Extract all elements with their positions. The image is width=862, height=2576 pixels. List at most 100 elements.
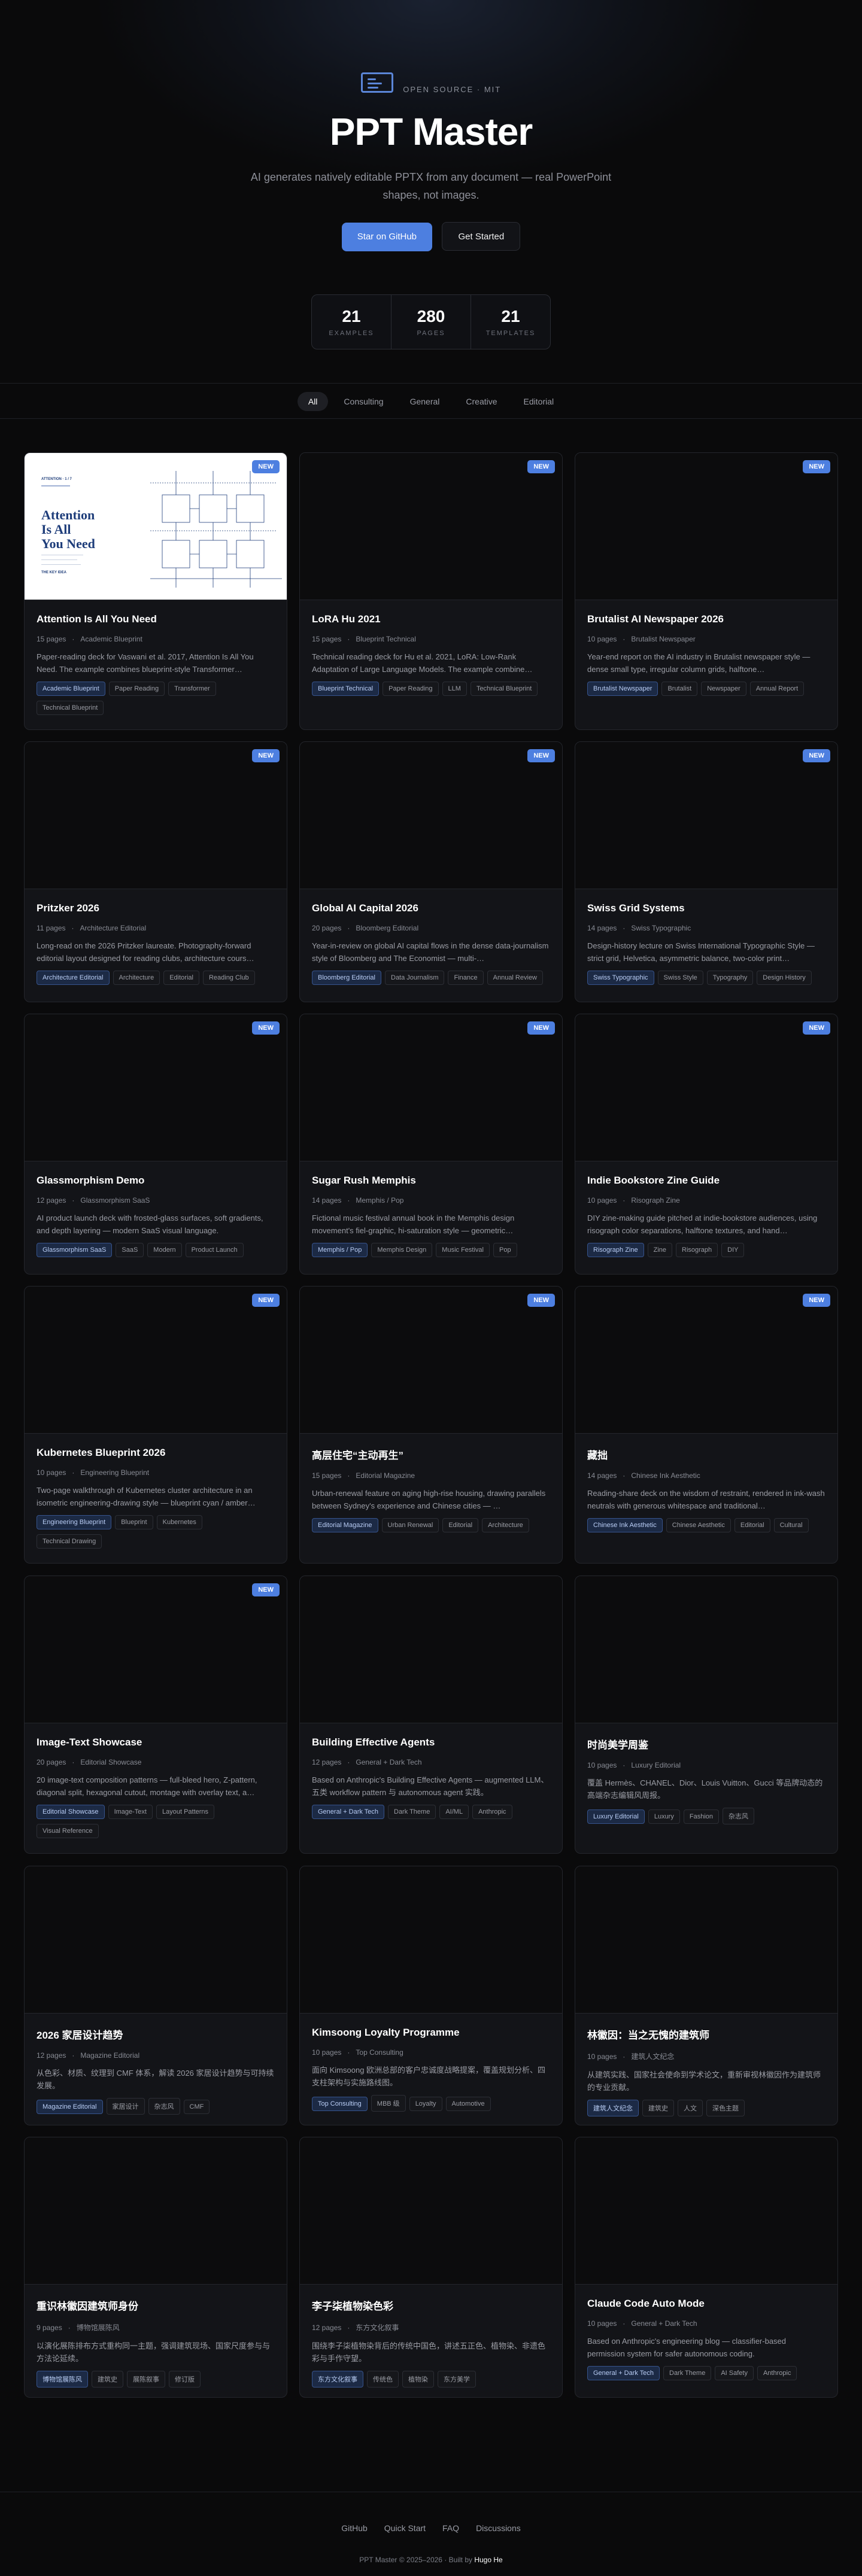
card-tag[interactable]: Product Launch [185, 1243, 244, 1257]
card-tag[interactable]: 杂志风 [148, 2098, 180, 2115]
card-title[interactable]: 林徽因：当之无愧的建筑师 [587, 2027, 825, 2042]
card-title[interactable]: Global AI Capital 2026 [312, 902, 550, 914]
card-tag[interactable]: 建筑史 [642, 2100, 674, 2116]
example-card[interactable]: NEW Swiss Grid Systems 14 pages · Swiss Typo… [575, 741, 838, 1002]
example-card[interactable]: NEW Kubernetes Blueprint 2026 10 pages · Eng… [24, 1286, 287, 1564]
card-tag[interactable]: Editorial [442, 1518, 479, 1532]
card-title[interactable]: 时尚美学周鉴 [587, 1736, 825, 1751]
card-tag[interactable]: Magazine Editorial [37, 2100, 103, 2114]
card-title[interactable]: 藏拙 [587, 1447, 825, 1462]
card-tag[interactable]: Risograph Zine [587, 1243, 644, 1257]
card-tag[interactable]: Luxury Editorial [587, 1809, 645, 1824]
card-tag[interactable]: 传统色 [367, 2371, 399, 2388]
card-title[interactable]: Kimsoong Loyalty Programme [312, 2027, 550, 2039]
card-tag[interactable]: Blueprint Technical [312, 682, 380, 696]
card-tag[interactable]: SaaS [116, 1243, 144, 1257]
card-tag[interactable]: Newspaper [701, 682, 746, 696]
card-tag[interactable]: Pop [493, 1243, 517, 1257]
card-tag[interactable]: Data Journalism [385, 971, 445, 985]
card-title[interactable]: 2026 家居设计趋势 [37, 2027, 275, 2042]
card-tag[interactable]: Editorial [734, 1518, 770, 1532]
card-title[interactable]: 重识林徽因建筑师身份 [37, 2298, 275, 2313]
example-card[interactable]: 林徽因：当之无愧的建筑师 10 pages · 建筑人文纪念 从建筑实践、国家社会使命到… [575, 1866, 838, 2125]
card-tag[interactable]: Architecture [482, 1518, 529, 1532]
card-tag[interactable]: Editorial Showcase [37, 1805, 105, 1819]
card-title[interactable]: Glassmorphism Demo [37, 1175, 275, 1187]
card-tag[interactable]: Anthropic [472, 1805, 512, 1819]
card-tag[interactable]: Automotive [445, 2097, 491, 2111]
example-card[interactable]: Claude Code Auto Mode 10 pages · General + … [575, 2137, 838, 2398]
card-tag[interactable]: Transformer [168, 682, 216, 696]
star-on-github-button[interactable]: Star on GitHub [341, 223, 433, 251]
card-tag[interactable]: Urban Renewal [381, 1518, 439, 1532]
card-tag[interactable]: 博物馆展陈风 [37, 2371, 88, 2388]
card-tag[interactable]: 家居设计 [106, 2098, 145, 2115]
footer-link-discussions[interactable]: Discussions [476, 2523, 521, 2533]
card-tag[interactable]: Architecture [113, 971, 160, 985]
card-tag[interactable]: Brutalist Newspaper [587, 682, 658, 696]
card-title[interactable]: 高层住宅“主动再生” [312, 1447, 550, 1462]
filter-all[interactable]: All [297, 392, 329, 411]
footer-link-quick-start[interactable]: Quick Start [384, 2523, 426, 2533]
footer-link-github[interactable]: GitHub [341, 2523, 368, 2533]
card-tag[interactable]: Annual Review [487, 971, 543, 985]
card-tag[interactable]: Blueprint [115, 1515, 153, 1529]
card-tag[interactable]: 人文 [678, 2100, 703, 2116]
card-tag[interactable]: Chinese Aesthetic [666, 1518, 731, 1532]
card-tag[interactable]: CMF [183, 2100, 210, 2114]
card-tag[interactable]: Engineering Blueprint [37, 1515, 112, 1529]
card-tag[interactable]: Finance [448, 971, 484, 985]
card-tag[interactable]: Fashion [683, 1809, 719, 1824]
card-tag[interactable]: Loyalty [409, 2097, 442, 2111]
example-card[interactable]: NEW 藏拙 14 pages · Chinese Ink Aesthetic Readi… [575, 1286, 838, 1564]
filter-general[interactable]: General [399, 392, 451, 411]
card-title[interactable]: Claude Code Auto Mode [587, 2298, 825, 2310]
card-tag[interactable]: Anthropic [757, 2366, 797, 2380]
example-card[interactable]: 李子柒植物染色彩 12 pages · 东方文化叙事 围绕李子柒植物染背后的传统中国色，… [299, 2137, 563, 2398]
card-tag[interactable]: Zine [647, 1243, 672, 1257]
card-tag[interactable]: Paper Reading [108, 682, 165, 696]
get-started-button[interactable]: Get Started [442, 222, 521, 251]
card-tag[interactable]: General + Dark Tech [312, 1805, 384, 1819]
card-tag[interactable]: 建筑人文纪念 [587, 2100, 639, 2116]
card-tag[interactable]: Music Festival [436, 1243, 490, 1257]
card-tag[interactable]: Cultural [773, 1518, 809, 1532]
card-title[interactable]: LoRA Hu 2021 [312, 613, 550, 625]
card-tag[interactable]: 东方美学 [438, 2371, 476, 2388]
card-tag[interactable]: Annual Report [749, 682, 805, 696]
card-tag[interactable]: Swiss Typographic [587, 971, 654, 985]
filter-creative[interactable]: Creative [455, 392, 508, 411]
card-tag[interactable]: Top Consulting [312, 2097, 368, 2111]
example-card[interactable]: NEW 高层住宅“主动再生” 15 pages · Editorial Magazine… [299, 1286, 563, 1564]
example-card[interactable]: Kimsoong Loyalty Programme 10 pages · Top C… [299, 1866, 563, 2125]
example-card[interactable]: NEW Global AI Capital 2026 20 pages · Bloomb… [299, 741, 563, 1002]
card-title[interactable]: Indie Bookstore Zine Guide [587, 1175, 825, 1187]
card-tag[interactable]: Dark Theme [663, 2366, 712, 2380]
card-tag[interactable]: Bloomberg Editorial [312, 971, 381, 985]
example-card[interactable]: NEW LoRA Hu 2021 15 pages · Blueprint Techni… [299, 452, 563, 730]
card-title[interactable]: 李子柒植物染色彩 [312, 2298, 550, 2313]
card-tag[interactable]: Glassmorphism SaaS [37, 1243, 113, 1257]
card-tag[interactable]: Technical Blueprint [470, 682, 538, 696]
card-title[interactable]: Kubernetes Blueprint 2026 [37, 1447, 275, 1459]
card-tag[interactable]: Luxury [648, 1809, 680, 1824]
example-card[interactable]: 2026 家居设计趋势 12 pages · Magazine Editorial 从色… [24, 1866, 287, 2125]
card-tag[interactable]: Editorial [163, 971, 199, 985]
card-title[interactable]: Brutalist AI Newspaper 2026 [587, 613, 825, 625]
example-card[interactable]: 重识林徽因建筑师身份 9 pages · 博物馆展陈风 以演化展陈排布方式重构同一主题，… [24, 2137, 287, 2398]
card-title[interactable]: Image-Text Showcase [37, 1736, 275, 1748]
example-card[interactable]: NEW Sugar Rush Memphis 14 pages · Memphis / … [299, 1014, 563, 1275]
card-tag[interactable]: 植物染 [402, 2371, 434, 2388]
card-title[interactable]: Sugar Rush Memphis [312, 1175, 550, 1187]
card-tag[interactable]: Design History [757, 971, 812, 985]
card-tag[interactable]: Brutalist [661, 682, 698, 696]
card-tag[interactable]: 展陈叙事 [127, 2371, 165, 2388]
card-tag[interactable]: Swiss Style [657, 971, 703, 985]
example-card[interactable]: NEW Brutalist AI Newspaper 2026 10 pages · B… [575, 452, 838, 730]
card-tag[interactable]: Architecture Editorial [37, 971, 110, 985]
card-tag[interactable]: Kubernetes [156, 1515, 202, 1529]
card-title[interactable]: Swiss Grid Systems [587, 902, 825, 914]
card-title[interactable]: Building Effective Agents [312, 1736, 550, 1748]
card-tag[interactable]: Editorial Magazine [312, 1518, 378, 1532]
card-tag[interactable]: Risograph [676, 1243, 718, 1257]
